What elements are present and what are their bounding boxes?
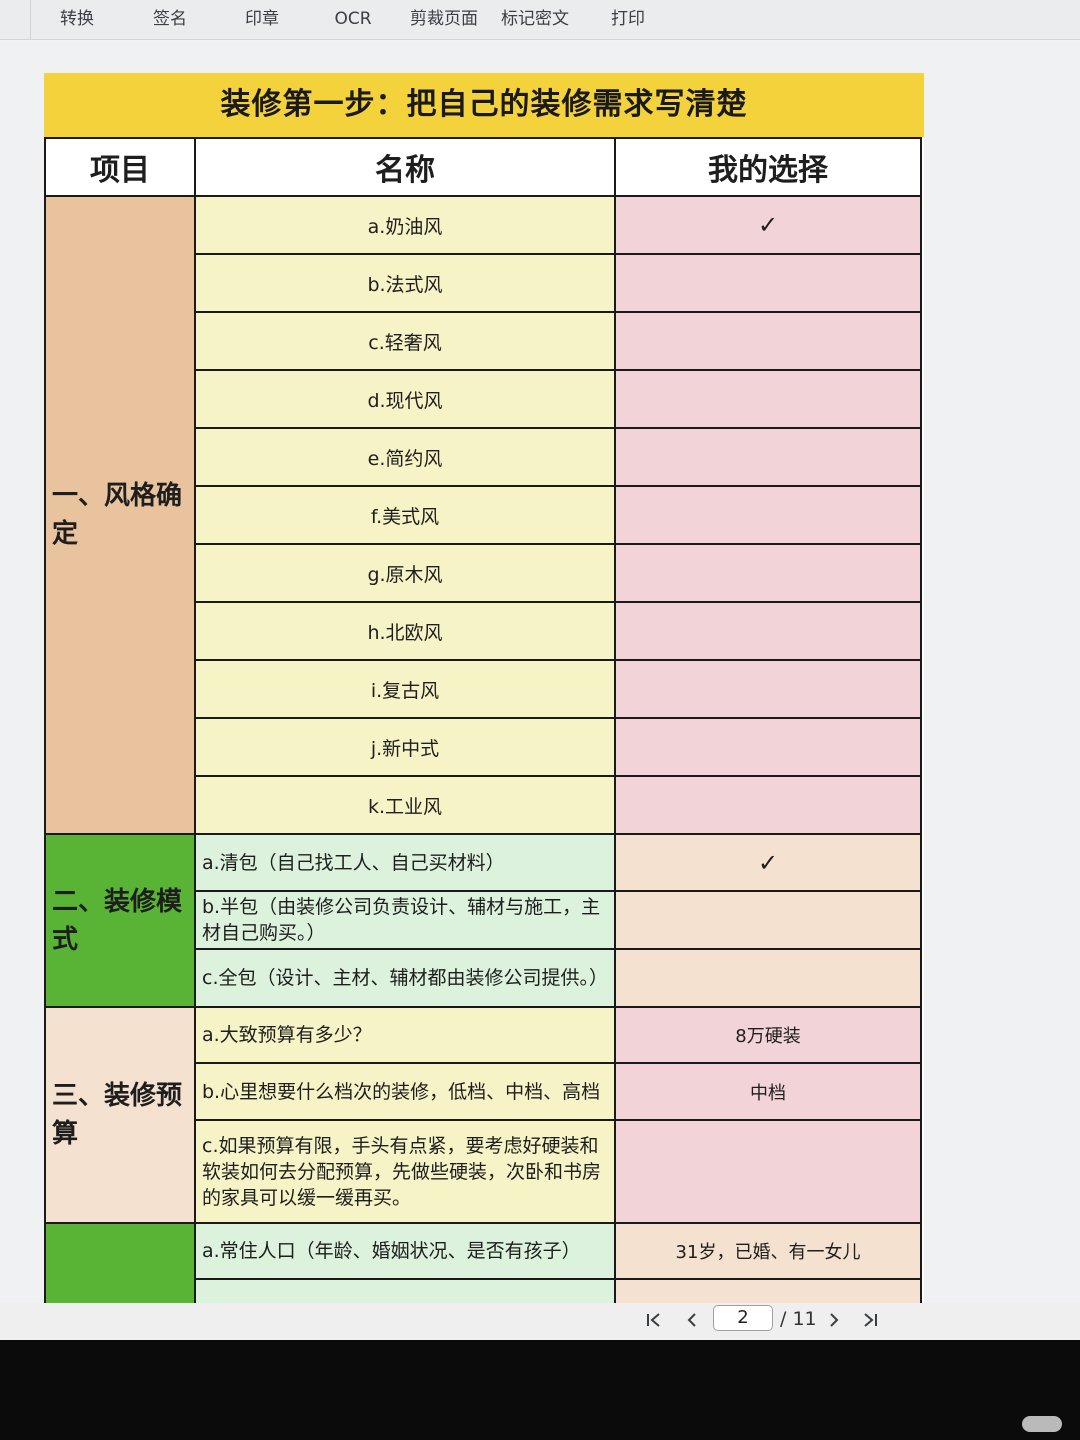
category-residents	[44, 1222, 196, 1303]
header-choice: 我的选择	[614, 137, 922, 197]
print-button[interactable]: 打印	[606, 5, 650, 33]
pdf-viewer-window: 转换 签名 印章 OCR 剪裁页面 标记密文 打印 装修第一步：把自己的装修需求…	[0, 0, 1080, 1440]
table-row-partial	[194, 1278, 616, 1303]
choice-cell[interactable]	[614, 485, 922, 545]
option-french-style: b.法式风	[194, 253, 616, 313]
stamp-button[interactable]: 印章	[240, 5, 284, 33]
category-style: 一、风格确定	[44, 195, 196, 835]
choice-cell[interactable]	[614, 1278, 922, 1303]
choice-cell[interactable]	[614, 311, 922, 371]
choice-cell-check[interactable]: ✓	[614, 195, 922, 255]
toolbar: 转换 签名 印章 OCR 剪裁页面 标记密文 打印	[0, 0, 1080, 40]
document-scroll-area[interactable]: 装修第一步：把自己的装修需求写清楚 项目 名称 我的选择 一、风格确定 a.奶油…	[0, 41, 1080, 1303]
choice-cell[interactable]	[614, 427, 922, 487]
pagination-bar: 2 / 11	[0, 1303, 1080, 1340]
option-cream-style: a.奶油风	[194, 195, 616, 255]
choice-cell[interactable]	[614, 948, 922, 1008]
page-total-label: / 11	[780, 1308, 817, 1330]
choice-cell-check[interactable]: ✓	[614, 833, 922, 892]
option-half-package: b.半包（由装修公司负责设计、辅材与施工，主材自己购买。）	[194, 890, 616, 950]
question-rough-budget: a.大致预算有多少？	[194, 1006, 616, 1064]
option-full-package: c.全包（设计、主材、辅材都由装修公司提供。）	[194, 948, 616, 1008]
header-name: 名称	[194, 137, 616, 197]
first-page-icon[interactable]	[640, 1305, 668, 1335]
sheet-title: 装修第一步：把自己的装修需求写清楚	[44, 73, 924, 137]
option-labor-only: a.清包（自己找工人、自己买材料）	[194, 833, 616, 892]
option-industrial-style: k.工业风	[194, 775, 616, 835]
watermark-logo	[1022, 1416, 1062, 1432]
option-log-wood-style: g.原木风	[194, 543, 616, 603]
category-renovation-mode: 二、装修模式	[44, 833, 196, 1008]
choice-cell[interactable]	[614, 717, 922, 777]
option-nordic-style: h.北欧风	[194, 601, 616, 661]
choice-cell[interactable]	[614, 601, 922, 661]
choice-cell[interactable]	[614, 890, 922, 950]
question-renovation-grade: b.心里想要什么档次的装修，低档、中档、高档	[194, 1062, 616, 1121]
choice-cell[interactable]	[614, 543, 922, 603]
choice-cell[interactable]	[614, 369, 922, 429]
header-item: 项目	[44, 137, 196, 197]
option-light-luxury-style: c.轻奢风	[194, 311, 616, 371]
category-budget: 三、装修预算	[44, 1006, 196, 1224]
choice-cell[interactable]	[614, 775, 922, 835]
redact-button[interactable]: 标记密文	[497, 5, 573, 33]
choice-cell[interactable]	[614, 253, 922, 313]
sign-button[interactable]: 签名	[148, 5, 192, 33]
choice-cell[interactable]	[614, 1119, 922, 1224]
toolbar-divider	[30, 0, 31, 40]
tip-budget-allocation: c.如果预算有限，手头有点紧，要考虑好硬装和软装如何去分配预算，先做些硬装，次卧…	[194, 1119, 616, 1224]
page-number-input[interactable]: 2	[713, 1305, 773, 1331]
next-page-icon[interactable]	[820, 1305, 848, 1335]
answer-rough-budget[interactable]: 8万硬装	[614, 1006, 922, 1064]
crop-page-button[interactable]: 剪裁页面	[406, 5, 482, 33]
option-modern-style: d.现代风	[194, 369, 616, 429]
option-american-style: f.美式风	[194, 485, 616, 545]
prev-page-icon[interactable]	[678, 1305, 706, 1335]
option-minimalist-style: e.简约风	[194, 427, 616, 487]
ocr-button[interactable]: OCR	[328, 5, 378, 33]
last-page-icon[interactable]	[856, 1305, 884, 1335]
choice-cell[interactable]	[614, 659, 922, 719]
monitor-bezel	[0, 1340, 1080, 1440]
document-page: 装修第一步：把自己的装修需求写清楚 项目 名称 我的选择 一、风格确定 a.奶油…	[44, 73, 924, 1303]
answer-resident-population[interactable]: 31岁，已婚、有一女儿	[614, 1222, 922, 1280]
answer-renovation-grade[interactable]: 中档	[614, 1062, 922, 1121]
option-new-chinese-style: j.新中式	[194, 717, 616, 777]
question-resident-population: a.常住人口（年龄、婚姻状况、是否有孩子）	[194, 1222, 616, 1280]
option-retro-style: i.复古风	[194, 659, 616, 719]
convert-button[interactable]: 转换	[55, 5, 99, 33]
